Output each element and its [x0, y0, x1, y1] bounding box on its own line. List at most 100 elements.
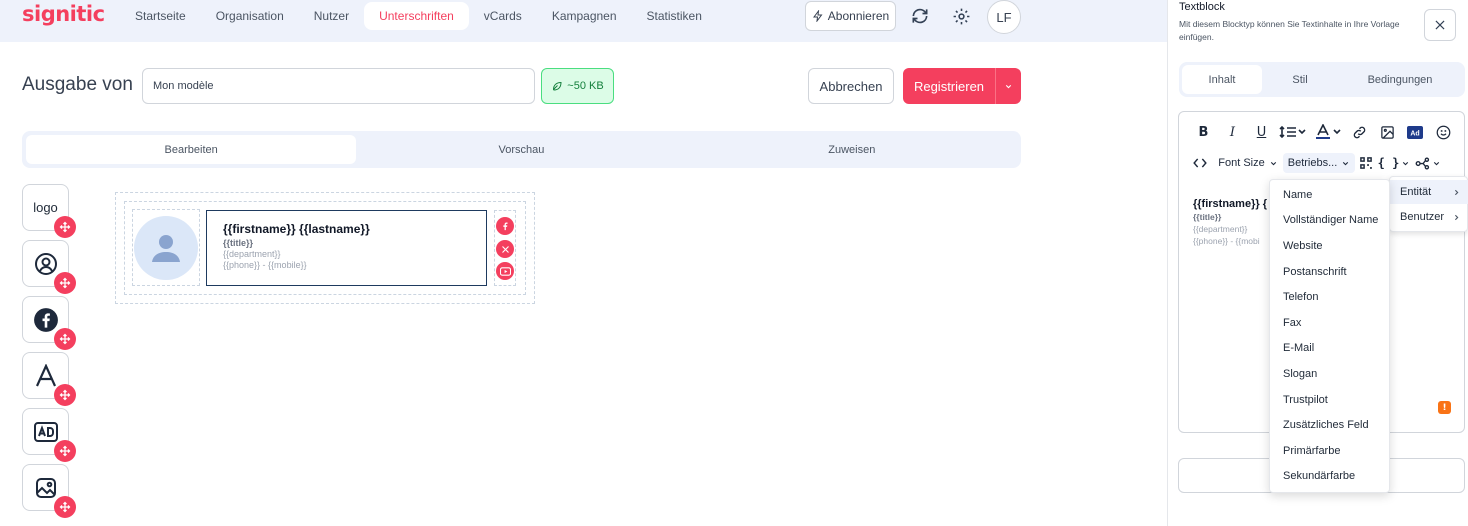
- youtube-icon[interactable]: [496, 262, 514, 280]
- nav-item-statistiken[interactable]: Statistiken: [632, 2, 717, 30]
- sig-title: {{title}}: [223, 238, 254, 248]
- avatar-block[interactable]: [22, 240, 76, 294]
- brand-logo[interactable]: signitic: [22, 2, 105, 26]
- panel-tabs: Inhalt Stil Bedingungen: [1179, 62, 1465, 97]
- nav-item-nutzer[interactable]: Nutzer: [299, 2, 364, 30]
- gear-icon: [953, 8, 969, 24]
- nav-item-unterschriften[interactable]: Unterschriften: [364, 2, 469, 30]
- panel-description: Mit diesem Blocktyp können Sie Textinhal…: [1179, 19, 1400, 42]
- signature-name-input[interactable]: [142, 68, 535, 104]
- move-icon[interactable]: [54, 272, 76, 294]
- editor-content[interactable]: {{firstname}} { {{title}} {{department}}…: [1193, 198, 1267, 246]
- text-block[interactable]: [22, 352, 76, 406]
- menu-item-primary-color[interactable]: Primärfarbe: [1283, 445, 1340, 457]
- mode-tabs: Bearbeiten Vorschau Zuweisen: [22, 131, 1021, 168]
- menu-item-slogan[interactable]: Slogan: [1283, 368, 1317, 380]
- text-color-icon[interactable]: [1310, 124, 1346, 140]
- tab-zuweisen[interactable]: Zuweisen: [687, 135, 1017, 164]
- menu-item-email[interactable]: E-Mail: [1283, 342, 1314, 354]
- leaf-icon: [553, 81, 562, 91]
- editor-phone: {{phone}} - {{mobi: [1193, 236, 1260, 246]
- x-icon[interactable]: [496, 240, 514, 258]
- editor-title: {{title}}: [1193, 212, 1222, 222]
- ad-block[interactable]: [22, 408, 76, 462]
- italic-icon[interactable]: I: [1218, 125, 1247, 140]
- submenu-item-benutzer[interactable]: Benutzer: [1390, 205, 1468, 229]
- menu-item-trustpilot[interactable]: Trustpilot: [1283, 394, 1328, 406]
- chevron-down-icon: [1270, 161, 1276, 165]
- nav-item-vcards[interactable]: vCards: [469, 2, 537, 30]
- bold-icon[interactable]: B: [1189, 125, 1218, 140]
- editor-toolbar-row-2: Font Size Betriebs... { }: [1179, 152, 1464, 174]
- image-insert-icon[interactable]: [1373, 125, 1401, 140]
- sig-phone: {{phone}} - {{mobile}}: [223, 260, 307, 270]
- submenu-item-entitaet[interactable]: Entität: [1390, 180, 1468, 204]
- signature-avatar[interactable]: [134, 216, 198, 280]
- menu-item-website[interactable]: Website: [1283, 240, 1323, 252]
- menu-item-fax[interactable]: Fax: [1283, 317, 1301, 329]
- move-icon[interactable]: [54, 216, 76, 238]
- size-badge-label: ~50 KB: [567, 80, 604, 92]
- font-size-select[interactable]: Font Size: [1213, 157, 1283, 169]
- nav-item-organisation[interactable]: Organisation: [201, 2, 299, 30]
- qr-code-icon[interactable]: [1355, 156, 1377, 170]
- signature-text-block[interactable]: {{firstname}} {{lastname}} {{title}} {{d…: [206, 210, 487, 286]
- settings-button[interactable]: [946, 1, 976, 31]
- tab-bearbeiten[interactable]: Bearbeiten: [26, 135, 357, 164]
- editor-name: {{firstname}} {: [1193, 198, 1267, 210]
- nav-item-startseite[interactable]: Startseite: [120, 2, 201, 30]
- tab-bedingungen[interactable]: Bedingungen: [1338, 65, 1462, 94]
- line-height-icon[interactable]: [1276, 125, 1310, 139]
- main-nav: Startseite Organisation Nutzer Unterschr…: [120, 2, 717, 30]
- entity-field-menu: Name Vollständiger Name Website Postansc…: [1269, 179, 1390, 493]
- variables-icon[interactable]: { }: [1377, 156, 1411, 170]
- font-size-label: Font Size: [1218, 157, 1265, 169]
- tab-stil[interactable]: Stil: [1262, 65, 1338, 94]
- cancel-button[interactable]: Abbrechen: [808, 68, 894, 104]
- logo-block[interactable]: logo: [22, 184, 76, 238]
- nav-item-kampagnen[interactable]: Kampagnen: [537, 2, 632, 30]
- move-icon[interactable]: [54, 496, 76, 518]
- save-button[interactable]: Registrieren: [903, 79, 995, 94]
- editor-toolbar-row-1: B I U Ad: [1179, 122, 1464, 142]
- sync-button[interactable]: [905, 1, 935, 31]
- share-icon[interactable]: [1411, 157, 1445, 170]
- menu-item-full-name[interactable]: Vollständiger Name: [1283, 214, 1378, 226]
- menu-item-name[interactable]: Name: [1283, 189, 1312, 201]
- close-icon: [1435, 20, 1445, 30]
- user-circle-icon: [34, 252, 57, 275]
- move-icon[interactable]: [54, 328, 76, 350]
- move-icon[interactable]: [54, 440, 76, 462]
- close-button[interactable]: [1424, 9, 1456, 41]
- chevron-down-icon: [1005, 84, 1012, 88]
- subscribe-button[interactable]: Abonnieren: [805, 1, 896, 31]
- company-fields-select[interactable]: Betriebs...: [1283, 153, 1355, 173]
- menu-item-secondary-color[interactable]: Sekundärfarbe: [1283, 470, 1355, 482]
- image-block[interactable]: [22, 464, 76, 518]
- top-navbar: signitic Startseite Organisation Nutzer …: [0, 0, 1167, 42]
- save-button-group: Registrieren: [903, 68, 1021, 104]
- facebook-icon: [33, 307, 58, 332]
- menu-item-extra-field[interactable]: Zusätzliches Feld: [1283, 419, 1369, 431]
- ad-insert-icon[interactable]: Ad: [1401, 125, 1429, 139]
- menu-item-phone[interactable]: Telefon: [1283, 291, 1318, 303]
- underline-icon[interactable]: U: [1247, 125, 1276, 140]
- editor-department: {{department}}: [1193, 224, 1248, 234]
- warning-icon[interactable]: !: [1438, 401, 1451, 414]
- link-icon[interactable]: [1346, 125, 1373, 140]
- page-title: Ausgabe von: [22, 74, 133, 95]
- user-silhouette-icon: [152, 235, 180, 262]
- save-dropdown-button[interactable]: [995, 68, 1021, 104]
- tab-vorschau[interactable]: Vorschau: [356, 135, 686, 164]
- logo-block-label: logo: [33, 200, 58, 215]
- emoji-icon[interactable]: [1429, 125, 1457, 140]
- tab-inhalt[interactable]: Inhalt: [1182, 65, 1262, 94]
- size-badge: ~50 KB: [541, 68, 614, 104]
- user-avatar[interactable]: LF: [987, 0, 1021, 34]
- code-icon[interactable]: [1187, 157, 1213, 169]
- social-block[interactable]: [22, 296, 76, 350]
- facebook-icon[interactable]: [496, 217, 514, 235]
- chevron-right-icon: [1454, 214, 1459, 220]
- menu-item-address[interactable]: Postanschrift: [1283, 266, 1347, 278]
- move-icon[interactable]: [54, 384, 76, 406]
